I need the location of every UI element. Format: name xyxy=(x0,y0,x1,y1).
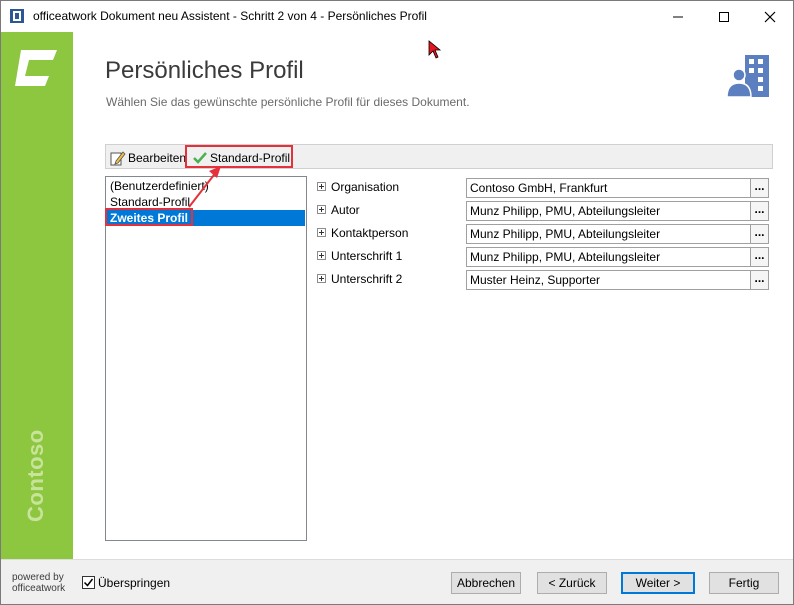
maximize-icon xyxy=(719,11,729,22)
expand-icon[interactable] xyxy=(317,228,326,237)
property-row: Organisation Contoso GmbH, Frankfurt ... xyxy=(317,178,769,198)
property-value-field[interactable]: Munz Philipp, PMU, Abteilungsleiter xyxy=(466,201,751,221)
edit-button[interactable]: Bearbeiten xyxy=(110,147,186,168)
wizard-window: officeatwork Dokument neu Assistent - Sc… xyxy=(0,0,794,605)
expand-icon[interactable] xyxy=(317,205,326,214)
property-row: Unterschrift 1 Munz Philipp, PMU, Abteil… xyxy=(317,247,769,267)
minimize-icon xyxy=(673,16,683,17)
property-value-field[interactable]: Munz Philipp, PMU, Abteilungsleiter xyxy=(466,247,751,267)
wizard-footer: powered by officeatwork Überspringen Abb… xyxy=(1,559,793,604)
back-button[interactable]: < Zurück xyxy=(537,572,607,594)
property-label: Kontaktperson xyxy=(331,226,409,240)
mouse-cursor-icon xyxy=(428,40,442,59)
expand-icon[interactable] xyxy=(317,251,326,260)
property-label: Organisation xyxy=(331,180,400,194)
property-value-field[interactable]: Muster Heinz, Supporter xyxy=(466,270,751,290)
minimize-button[interactable] xyxy=(655,1,701,32)
finish-button[interactable]: Fertig xyxy=(709,572,779,594)
checkmark-icon xyxy=(83,578,94,587)
browse-button[interactable]: ... xyxy=(751,270,769,290)
next-button[interactable]: Weiter > xyxy=(621,572,695,594)
expand-icon[interactable] xyxy=(317,274,326,283)
profile-list[interactable]: (Benutzerdefiniert) Standard-Profil Zwei… xyxy=(105,176,307,541)
property-label: Unterschrift 2 xyxy=(331,272,403,286)
property-row: Autor Munz Philipp, PMU, Abteilungsleite… xyxy=(317,201,769,221)
company-building-icon xyxy=(726,55,769,98)
cancel-button[interactable]: Abbrechen xyxy=(451,572,521,594)
browse-button[interactable]: ... xyxy=(751,201,769,221)
browse-button[interactable]: ... xyxy=(751,224,769,244)
powered-by-brand: officeatwork xyxy=(12,583,66,594)
annotation-highlight-selected-profile xyxy=(105,208,193,226)
expand-icon[interactable] xyxy=(317,182,326,191)
property-row: Kontaktperson Munz Philipp, PMU, Abteilu… xyxy=(317,224,769,244)
brand-name: Contoso xyxy=(23,429,48,522)
browse-button[interactable]: ... xyxy=(751,247,769,267)
window-title: officeatwork Dokument neu Assistent - Sc… xyxy=(33,9,427,23)
skip-checkbox[interactable] xyxy=(82,576,95,589)
browse-button[interactable]: ... xyxy=(751,178,769,198)
edit-button-label: Bearbeiten xyxy=(128,150,187,165)
brand-sidebar: Contoso xyxy=(1,32,73,559)
close-button[interactable] xyxy=(747,1,793,32)
powered-by-line: powered by xyxy=(12,572,64,583)
property-value-field[interactable]: Munz Philipp, PMU, Abteilungsleiter xyxy=(466,224,751,244)
property-label: Unterschrift 1 xyxy=(331,249,403,263)
property-row: Unterschrift 2 Muster Heinz, Supporter .… xyxy=(317,270,769,290)
title-bar: officeatwork Dokument neu Assistent - Sc… xyxy=(1,1,793,32)
page-subtitle: Wählen Sie das gewünschte persönliche Pr… xyxy=(106,95,470,109)
app-icon xyxy=(10,9,24,23)
edit-icon xyxy=(110,150,126,165)
maximize-button[interactable] xyxy=(701,1,747,32)
close-icon xyxy=(764,11,776,22)
annotation-arrow-icon xyxy=(188,166,221,208)
page-title: Persönliches Profil xyxy=(105,57,304,84)
property-value-field[interactable]: Contoso GmbH, Frankfurt xyxy=(466,178,751,198)
property-label: Autor xyxy=(331,203,360,217)
powered-by-text: powered by officeatwork xyxy=(12,572,65,594)
contoso-logo-icon xyxy=(15,50,57,86)
skip-label[interactable]: Überspringen xyxy=(98,576,170,590)
